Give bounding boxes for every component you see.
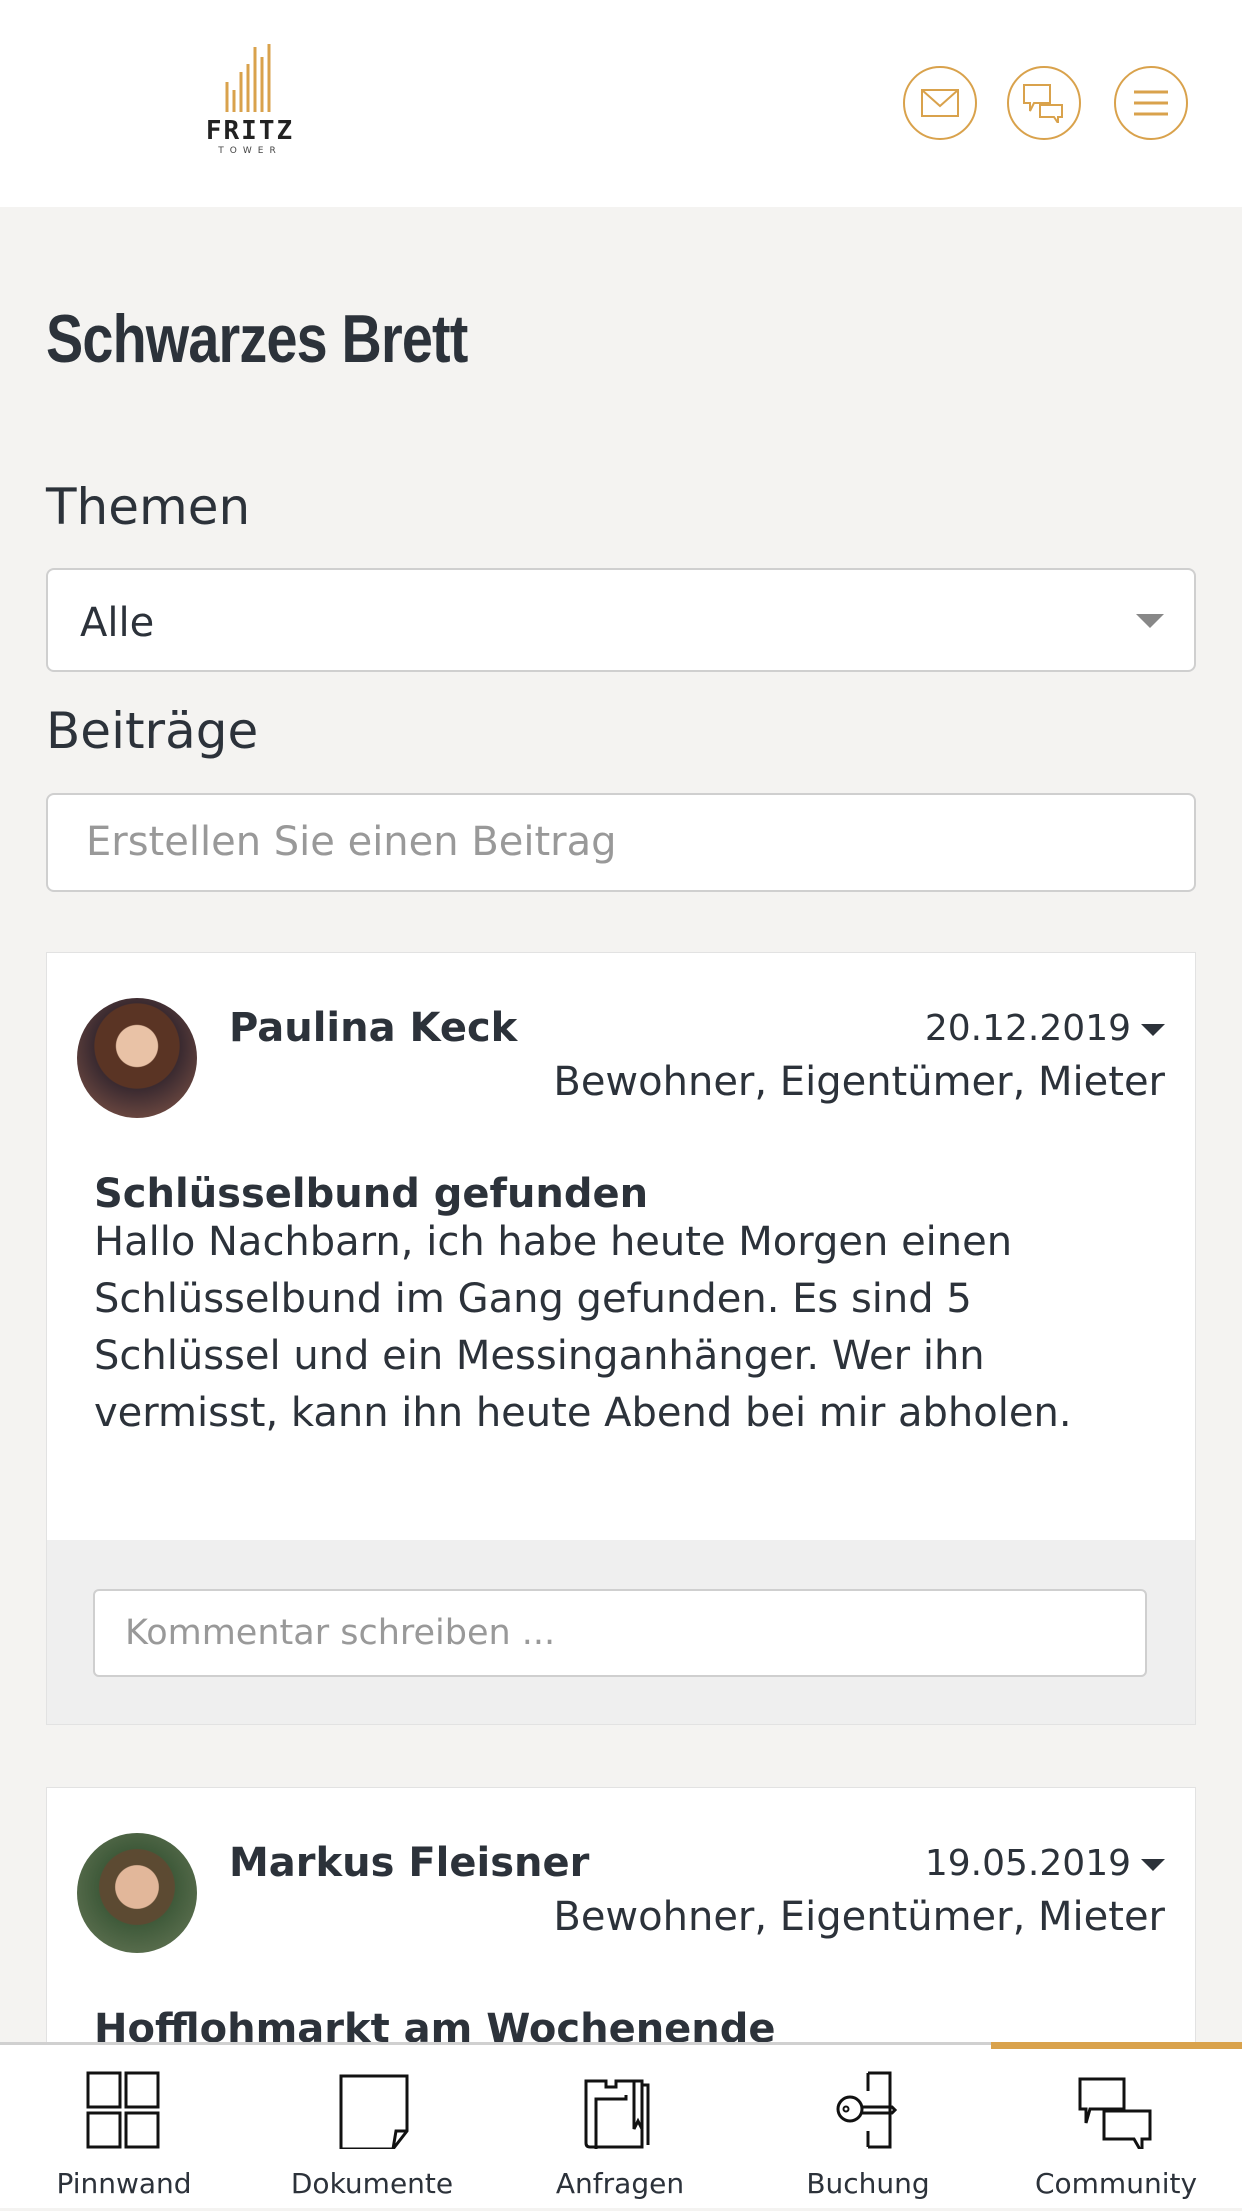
nav-buchung[interactable]: Buchung	[744, 2045, 992, 2211]
comment-input[interactable]: Kommentar schreiben ...	[93, 1589, 1147, 1677]
nav-anfragen[interactable]: Anfragen	[496, 2045, 744, 2211]
author-name[interactable]: Markus Fleisner	[229, 1840, 589, 1886]
nav-dokumente[interactable]: Dokumente	[248, 2045, 496, 2211]
chat-icon	[1078, 2077, 1152, 2149]
comment-footer: Kommentar schreiben ...	[47, 1540, 1195, 1724]
post-date[interactable]: 20.12.2019	[925, 1008, 1165, 1049]
logo-subtext: TOWER	[218, 146, 282, 156]
topics-select[interactable]: Alle	[46, 568, 1196, 672]
nav-label: Community	[1034, 2167, 1198, 2200]
topics-label: Themen	[46, 478, 251, 536]
author-roles: Bewohner, Eigentümer, Mieter	[553, 1894, 1165, 1940]
grid-icon	[86, 2071, 160, 2149]
post-date[interactable]: 19.05.2019	[925, 1843, 1165, 1884]
logo-bars-icon	[225, 44, 271, 112]
caret-down-icon	[1136, 614, 1164, 628]
mail-button[interactable]	[903, 66, 977, 140]
post-body: Hallo Nachbarn, ich habe heute Morgen ei…	[94, 1219, 1072, 1436]
menu-icon	[1134, 90, 1168, 116]
caret-down-icon	[1141, 1859, 1165, 1871]
header: FRITZ TOWER	[0, 0, 1242, 207]
logo-text: FRITZ	[205, 116, 295, 146]
bottom-nav: Pinnwand Dokumente Anfragen Buchung Comm…	[0, 2042, 1242, 2208]
menu-button[interactable]	[1114, 66, 1188, 140]
avatar[interactable]	[77, 1833, 197, 1953]
date-text: 19.05.2019	[924, 1843, 1131, 1884]
post-title: Schlüsselbund gefunden	[94, 1171, 649, 1217]
chat-icon	[1023, 84, 1063, 123]
key-icon	[836, 2071, 898, 2149]
fritz-tower-logo[interactable]: FRITZ TOWER	[205, 42, 295, 162]
nav-pinnwand[interactable]: Pinnwand	[0, 2045, 248, 2211]
nav-label: Buchung	[806, 2167, 930, 2200]
chat-button[interactable]	[1007, 66, 1081, 140]
create-post-input[interactable]: Erstellen Sie einen Beitrag	[46, 793, 1196, 892]
nav-label: Dokumente	[290, 2167, 454, 2200]
date-text: 20.12.2019	[924, 1008, 1131, 1049]
nav-community[interactable]: Community	[992, 2045, 1240, 2211]
document-icon	[339, 2074, 409, 2149]
post-card: Paulina Keck 20.12.2019 Bewohner, Eigent…	[46, 952, 1196, 1725]
nav-label: Pinnwand	[56, 2167, 192, 2200]
posts-label: Beiträge	[46, 702, 259, 760]
mail-icon	[921, 89, 959, 117]
caret-down-icon	[1141, 1024, 1165, 1036]
author-name[interactable]: Paulina Keck	[229, 1005, 517, 1051]
page-title: Schwarzes Brett	[46, 301, 468, 377]
avatar[interactable]	[77, 998, 197, 1118]
author-roles: Bewohner, Eigentümer, Mieter	[553, 1059, 1165, 1105]
topics-selected-value: Alle	[80, 600, 155, 646]
nav-label: Anfragen	[555, 2167, 685, 2200]
folder-icon	[584, 2079, 650, 2149]
